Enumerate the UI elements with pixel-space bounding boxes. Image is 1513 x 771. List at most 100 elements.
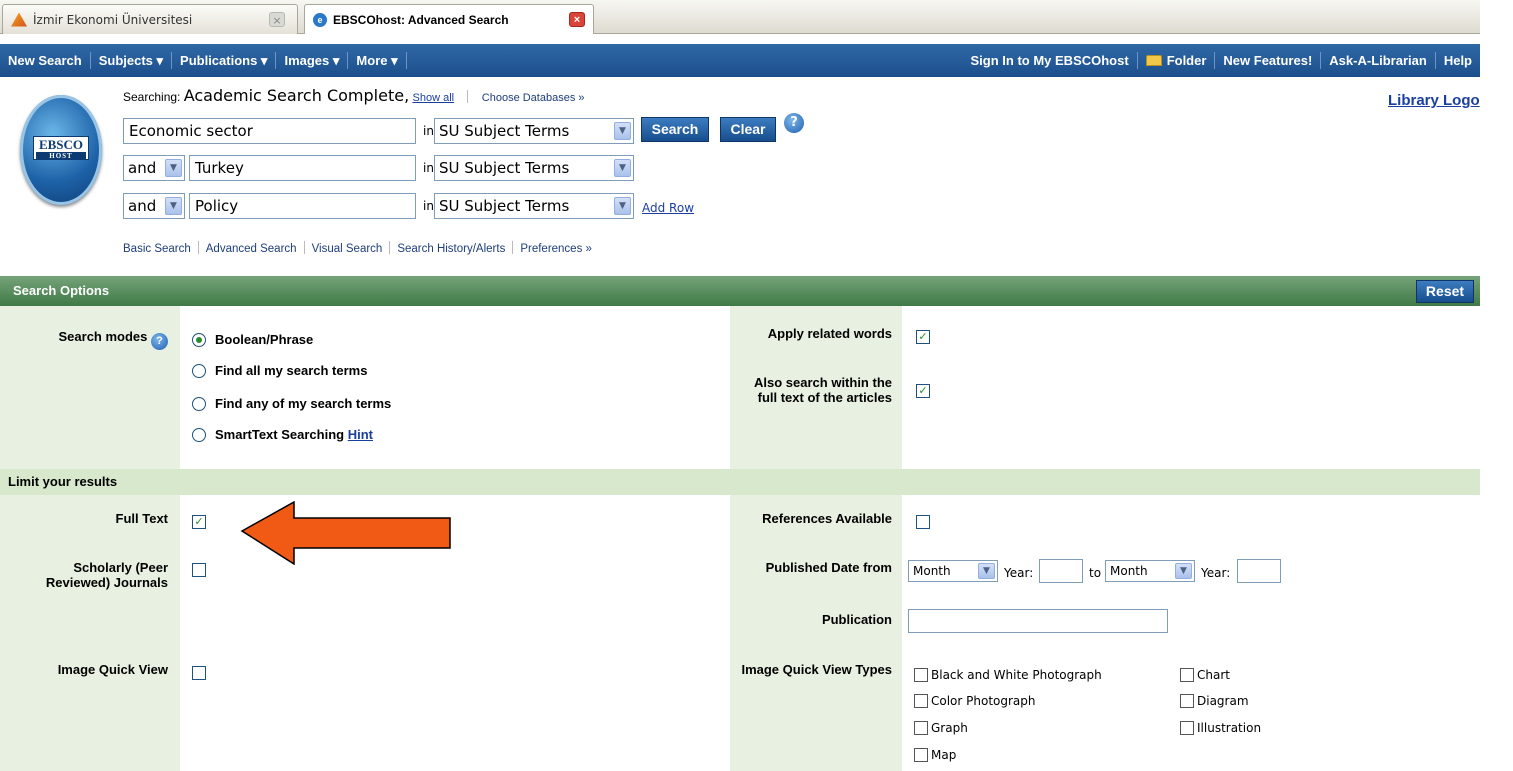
advanced-search-link[interactable]: Advanced Search <box>206 243 297 255</box>
mode-label: SmartText Searching <box>215 427 345 442</box>
nav-subjects[interactable]: Subjects ▾ <box>91 52 173 69</box>
browser-tab-izmir[interactable]: İzmir Ekonomi Üniversitesi × <box>2 4 298 34</box>
publication-input[interactable] <box>908 609 1168 633</box>
search-term-1[interactable]: Economic sector <box>123 118 416 144</box>
show-all-link[interactable]: Show all <box>413 92 455 104</box>
limits-mid-label-column <box>730 495 902 771</box>
operator-value: and <box>128 159 157 177</box>
choose-databases-link[interactable]: Choose Databases » <box>482 92 585 104</box>
nav-ask-librarian[interactable]: Ask-A-Librarian <box>1321 52 1436 69</box>
checkbox[interactable] <box>1180 721 1194 735</box>
nav-folder[interactable]: Folder <box>1138 52 1216 69</box>
scholarly-checkbox[interactable] <box>192 563 206 577</box>
checkbox[interactable] <box>1180 694 1194 708</box>
checkbox[interactable] <box>914 668 928 682</box>
radio-button[interactable] <box>192 363 206 378</box>
also-search-fulltext-checkbox[interactable]: ✓ <box>916 384 930 398</box>
type-label: Chart <box>1197 668 1230 682</box>
from-month-select[interactable]: Month ▼ <box>908 560 998 582</box>
type-diagram[interactable]: Diagram <box>1180 694 1249 708</box>
ebscohost-logo[interactable]: EBSCO HOST <box>20 95 102 205</box>
chevron-down-icon: ▼ <box>614 197 631 215</box>
nav-help[interactable]: Help <box>1436 52 1480 69</box>
browser-tab-ebsco[interactable]: e EBSCOhost: Advanced Search × <box>304 4 594 34</box>
separator <box>467 90 469 103</box>
full-text-checkbox[interactable]: ✓ <box>192 515 206 529</box>
operator-select-2[interactable]: and ▼ <box>123 155 185 181</box>
type-graph[interactable]: Graph <box>914 721 968 735</box>
type-label: Graph <box>931 721 968 735</box>
field-select-1[interactable]: SU Subject Terms ▼ <box>434 118 634 144</box>
apply-related-words-checkbox[interactable]: ✓ <box>916 330 930 344</box>
add-row-link[interactable]: Add Row <box>642 201 694 215</box>
nav-sign-in[interactable]: Sign In to My EBSCOhost <box>963 52 1138 69</box>
mode-smarttext[interactable]: SmartText Searching Hint <box>192 427 373 442</box>
field-select-2[interactable]: SU Subject Terms ▼ <box>434 155 634 181</box>
help-icon[interactable]: ? <box>151 333 168 350</box>
logo-badge: EBSCO HOST <box>33 136 89 160</box>
field-select-value: SU Subject Terms <box>439 159 570 177</box>
references-available-checkbox[interactable] <box>916 515 930 529</box>
top-nav-bar: New Search Subjects ▾ Publications ▾ Ima… <box>0 44 1480 77</box>
search-term-2[interactable]: Turkey <box>189 155 416 181</box>
tab-label: EBSCOhost: Advanced Search <box>333 12 509 27</box>
in-label: in <box>423 161 434 175</box>
also-search-fulltext-label: Also search within the full text of the … <box>754 375 892 405</box>
chevron-down-icon: ▼ <box>165 197 182 215</box>
radio-button[interactable] <box>192 427 206 442</box>
nav-new-search[interactable]: New Search <box>0 52 91 69</box>
apply-related-words-label: Apply related words <box>767 326 892 341</box>
searching-label: Searching: <box>123 90 181 104</box>
nav-right-group: Sign In to My EBSCOhost Folder New Featu… <box>963 52 1480 69</box>
type-bw-photograph[interactable]: Black and White Photograph <box>914 668 1102 682</box>
field-select-value: SU Subject Terms <box>439 122 570 140</box>
library-logo-link[interactable]: Library Logo <box>1388 92 1480 109</box>
checkbox[interactable] <box>914 694 928 708</box>
search-button[interactable]: Search <box>641 117 709 142</box>
clear-button[interactable]: Clear <box>720 117 776 142</box>
visual-search-link[interactable]: Visual Search <box>312 243 383 255</box>
nav-more[interactable]: More ▾ <box>348 52 407 69</box>
to-year-input[interactable] <box>1237 559 1281 583</box>
basic-search-link[interactable]: Basic Search <box>123 243 191 255</box>
close-tab-icon[interactable]: × <box>269 12 285 27</box>
checkbox[interactable] <box>914 748 928 762</box>
logo-subtext: HOST <box>36 152 86 160</box>
type-label: Diagram <box>1197 694 1249 708</box>
search-mode-links: Basic Search Advanced Search Visual Search… <box>123 241 592 255</box>
nav-publications[interactable]: Publications ▾ <box>172 52 277 69</box>
search-term-3[interactable]: Policy <box>189 193 416 219</box>
separator <box>389 241 391 254</box>
type-illustration[interactable]: Illustration <box>1180 721 1261 735</box>
database-name: Academic Search Complete, <box>183 86 410 105</box>
publication-label: Publication <box>821 612 892 627</box>
field-select-3[interactable]: SU Subject Terms ▼ <box>434 193 634 219</box>
nav-images[interactable]: Images ▾ <box>276 52 349 69</box>
operator-select-3[interactable]: and ▼ <box>123 193 185 219</box>
type-map[interactable]: Map <box>914 748 956 762</box>
searching-line: Searching: Academic Search Complete, Sho… <box>123 86 585 105</box>
from-year-input[interactable] <box>1039 559 1083 583</box>
radio-button[interactable] <box>192 396 206 411</box>
mode-find-all[interactable]: Find all my search terms <box>192 363 367 378</box>
close-tab-icon[interactable]: × <box>569 12 585 27</box>
mode-boolean[interactable]: Boolean/Phrase <box>192 332 313 347</box>
in-label: in <box>423 199 434 213</box>
radio-button[interactable] <box>192 332 206 347</box>
month-value: Month <box>1110 564 1148 578</box>
hint-link[interactable]: Hint <box>348 427 373 442</box>
help-icon[interactable]: ? <box>784 113 804 133</box>
nav-new-features[interactable]: New Features! <box>1215 52 1322 69</box>
mode-find-any[interactable]: Find any of my search terms <box>192 396 391 411</box>
checkbox[interactable] <box>914 721 928 735</box>
preferences-link[interactable]: Preferences » <box>520 243 592 255</box>
type-chart[interactable]: Chart <box>1180 668 1230 682</box>
search-history-link[interactable]: Search History/Alerts <box>397 243 505 255</box>
reset-button[interactable]: Reset <box>1416 280 1474 303</box>
image-quick-view-checkbox[interactable] <box>192 666 206 680</box>
checkbox[interactable] <box>1180 668 1194 682</box>
type-label: Black and White Photograph <box>931 668 1102 682</box>
to-month-select[interactable]: Month ▼ <box>1105 560 1195 582</box>
full-text-label: Full Text <box>115 511 168 526</box>
type-color-photograph[interactable]: Color Photograph <box>914 694 1036 708</box>
